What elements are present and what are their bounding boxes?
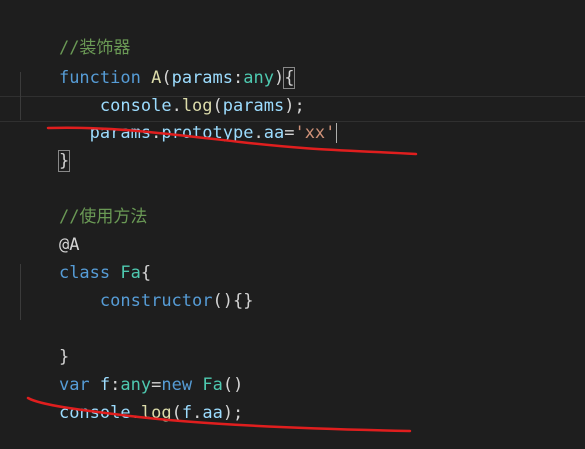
punctuation-token: .: [192, 403, 203, 423]
code-line-10[interactable]: constructor(){}: [18, 265, 254, 311]
keyword-token: constructor: [99, 291, 213, 311]
code-line-7[interactable]: //使用方法: [18, 181, 147, 227]
punctuation-token: .: [130, 403, 141, 423]
code-line-8[interactable]: @A: [18, 209, 79, 255]
object-token: params: [89, 123, 152, 143]
punctuation-token: .: [151, 123, 162, 143]
code-line-12[interactable]: }: [18, 321, 69, 367]
code-line-5[interactable]: }: [18, 125, 71, 172]
code-line-14[interactable]: console.log(f.aa);: [18, 377, 243, 423]
property-token: prototype: [161, 123, 254, 143]
code-line-4[interactable]: params.prototype.aa='xx': [18, 97, 338, 143]
matched-bracket: }: [57, 150, 71, 172]
punctuation-token: (: [171, 403, 182, 423]
code-line-2[interactable]: function A(params:any){: [18, 42, 296, 89]
code-editor[interactable]: //装饰器 function A(params:any){ console.lo…: [0, 0, 585, 435]
argument-token: f: [181, 403, 193, 423]
method-token: log: [140, 403, 172, 423]
object-token: console: [58, 403, 131, 423]
punctuation-token: );: [222, 403, 244, 423]
code-line-1[interactable]: //装饰器: [18, 12, 130, 58]
operator-token: =: [284, 123, 295, 143]
code-line-3[interactable]: console.log(params);: [18, 70, 305, 116]
punctuation-token: .: [253, 123, 264, 143]
punctuation-token: (){}: [212, 291, 254, 311]
property-token: aa: [202, 403, 223, 423]
code-line-13[interactable]: var f:any=new Fa(): [18, 349, 243, 395]
string-token: 'xx': [294, 123, 336, 143]
property-token: aa: [263, 123, 285, 143]
text-cursor: [336, 123, 338, 143]
code-line-9[interactable]: class Fa{: [18, 237, 151, 283]
